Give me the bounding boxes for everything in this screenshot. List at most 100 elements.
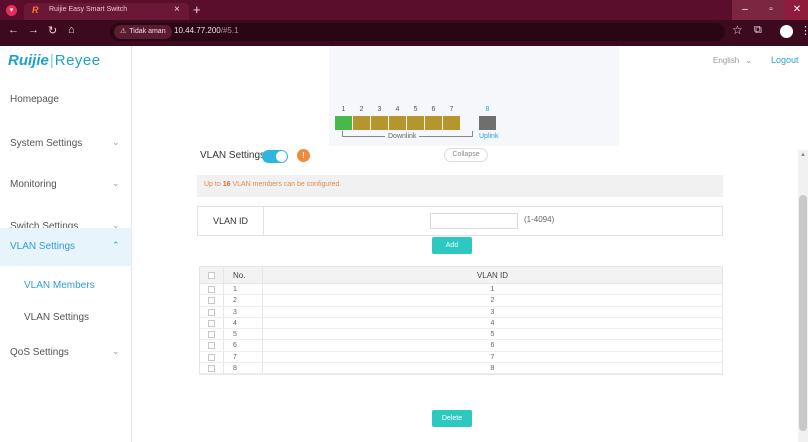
row-checkbox[interactable] <box>208 365 215 373</box>
port-2-icon[interactable] <box>353 116 370 130</box>
profile-icon[interactable] <box>780 25 793 38</box>
chevron-up-icon: ⌃ <box>112 240 120 250</box>
vlan-limit-note: Up to 16 VLAN members can be configured. <box>197 175 723 197</box>
sidebar-item-homepage[interactable]: Homepage <box>0 81 131 119</box>
close-icon[interactable]: × <box>174 4 180 15</box>
switch-panel <box>329 46 619 146</box>
reload-icon[interactable]: ↻ <box>48 24 57 37</box>
note-count: 16 <box>222 181 231 188</box>
select-all-cell <box>200 267 224 283</box>
sidebar-item-vlan-settings-sub[interactable]: VLAN Settings <box>0 299 131 337</box>
port-number: 5 <box>413 106 418 113</box>
help-icon[interactable]: ! <box>297 149 310 162</box>
collapse-button[interactable]: Collapse <box>444 148 488 162</box>
security-warning-text: Tidak aman <box>129 28 166 35</box>
window-close-icon[interactable]: ✕ <box>784 0 808 20</box>
scrollbar-thumb[interactable] <box>799 195 807 431</box>
warning-icon: ⚠ <box>120 28 127 35</box>
extensions-icon[interactable]: ⧉ <box>754 24 762 37</box>
port-number: 1 <box>341 106 346 113</box>
row-checkbox[interactable] <box>208 286 215 293</box>
maximize-icon[interactable]: ▫ <box>758 0 784 20</box>
sidebar-item-label: VLAN Members <box>24 280 95 291</box>
port-3-icon[interactable] <box>371 116 388 130</box>
sidebar-item-qos-settings[interactable]: QoS Settings ⌄ <box>0 334 131 372</box>
row-no: 1 <box>224 284 263 295</box>
table-row: 4 4 <box>200 317 722 330</box>
sidebar-item-label: VLAN Settings <box>24 312 90 323</box>
downlink-bracket-left <box>342 131 343 137</box>
row-checkbox-cell <box>200 284 224 295</box>
sidebar-item-monitoring[interactable]: Monitoring ⌄ <box>0 166 131 204</box>
chevron-down-icon: ⌄ <box>112 346 120 356</box>
menu-icon[interactable]: ▾ <box>6 5 17 16</box>
port-5-icon[interactable] <box>407 116 424 130</box>
row-no: 7 <box>224 351 263 363</box>
port-number: 4 <box>395 106 400 113</box>
row-vlan-id: 8 <box>490 365 495 373</box>
port-number: 2 <box>359 106 364 113</box>
page-header: English ⌄ Logout <box>133 46 808 146</box>
row-vlan-id: 1 <box>490 286 495 293</box>
row-vlan-id: 5 <box>490 331 495 339</box>
sidebar-item-vlan-settings[interactable]: VLAN Settings ⌃ <box>0 228 131 266</box>
more-icon[interactable]: ⋮ <box>800 24 808 37</box>
browser-tab[interactable]: R Ruijie Easy Smart Switch × <box>24 3 189 20</box>
row-checkbox-cell <box>200 363 224 374</box>
forward-icon[interactable]: → <box>28 24 39 36</box>
port-6-icon[interactable] <box>425 116 442 130</box>
port-1-icon[interactable] <box>335 116 352 130</box>
toggle-knob <box>276 151 287 162</box>
vlan-id-form-row: VLAN ID (1-4094) <box>197 206 723 236</box>
sidebar-item-label: VLAN Settings <box>10 241 76 252</box>
table-row: 7 7 <box>200 351 722 364</box>
port-4-icon[interactable] <box>389 116 406 130</box>
vlan-range-hint: (1-4094) <box>524 215 555 224</box>
row-checkbox[interactable] <box>208 297 215 305</box>
browser-tab-bar: ▾ R Ruijie Easy Smart Switch × + – ▫ ✕ <box>0 0 808 20</box>
table-row: 6 6 <box>200 340 722 352</box>
row-no: 8 <box>224 363 263 374</box>
delete-button[interactable]: Delete <box>432 410 472 427</box>
row-checkbox[interactable] <box>208 342 215 350</box>
row-checkbox-cell <box>200 340 224 351</box>
table-row: 5 5 <box>200 329 722 341</box>
url-host: 10.44.77.200 <box>174 26 221 35</box>
security-warning-chip[interactable]: ⚠ Tidak aman <box>114 25 172 39</box>
sidebar-item-label: Homepage <box>10 94 59 105</box>
add-button[interactable]: Add <box>432 237 472 254</box>
sidebar-item-system-settings[interactable]: System Settings ⌄ <box>0 125 131 163</box>
home-icon[interactable]: ⌂ <box>68 24 75 36</box>
logout-link[interactable]: Logout <box>771 55 799 65</box>
back-icon[interactable]: ← <box>8 24 19 36</box>
ruijie-favicon-icon: R <box>32 5 39 15</box>
row-checkbox[interactable] <box>208 308 215 316</box>
address-bar[interactable]: ⚠ Tidak aman 10.44.77.200/#5.1 <box>110 23 725 41</box>
row-checkbox[interactable] <box>208 319 215 327</box>
minimize-icon[interactable]: – <box>732 0 758 20</box>
port-7-icon[interactable] <box>443 116 460 130</box>
tab-title: Ruijie Easy Smart Switch <box>49 6 128 13</box>
url-path: /#5.1 <box>220 26 239 35</box>
select-all-checkbox[interactable] <box>208 272 215 279</box>
logo-separator: | <box>49 52 54 69</box>
vlan-enable-toggle[interactable] <box>262 150 288 163</box>
row-vlan-id: 7 <box>490 353 495 361</box>
table-row: 8 8 <box>200 363 722 375</box>
row-checkbox[interactable] <box>208 353 215 361</box>
new-tab-icon[interactable]: + <box>193 2 201 17</box>
vlan-id-input[interactable] <box>430 213 518 229</box>
scroll-up-icon[interactable]: ▲ <box>800 152 806 158</box>
column-header-vlan-id: VLAN ID <box>476 271 509 280</box>
star-icon[interactable]: ☆ <box>732 23 743 37</box>
row-checkbox[interactable] <box>208 331 215 339</box>
language-select[interactable]: English ⌄ <box>713 56 752 65</box>
row-no: 5 <box>224 329 263 340</box>
port-8-icon[interactable] <box>479 116 496 130</box>
row-vlan-id: 2 <box>490 297 495 305</box>
logo-ruijie-text: Ruijie <box>8 52 49 69</box>
chevron-down-icon: ⌄ <box>112 137 120 147</box>
language-value: English <box>713 56 740 65</box>
vlan-table: No. VLAN ID 1 1 2 2 3 3 4 4 5 5 6 6 7 7 … <box>199 266 723 376</box>
uplink-label: Uplink <box>479 133 499 140</box>
